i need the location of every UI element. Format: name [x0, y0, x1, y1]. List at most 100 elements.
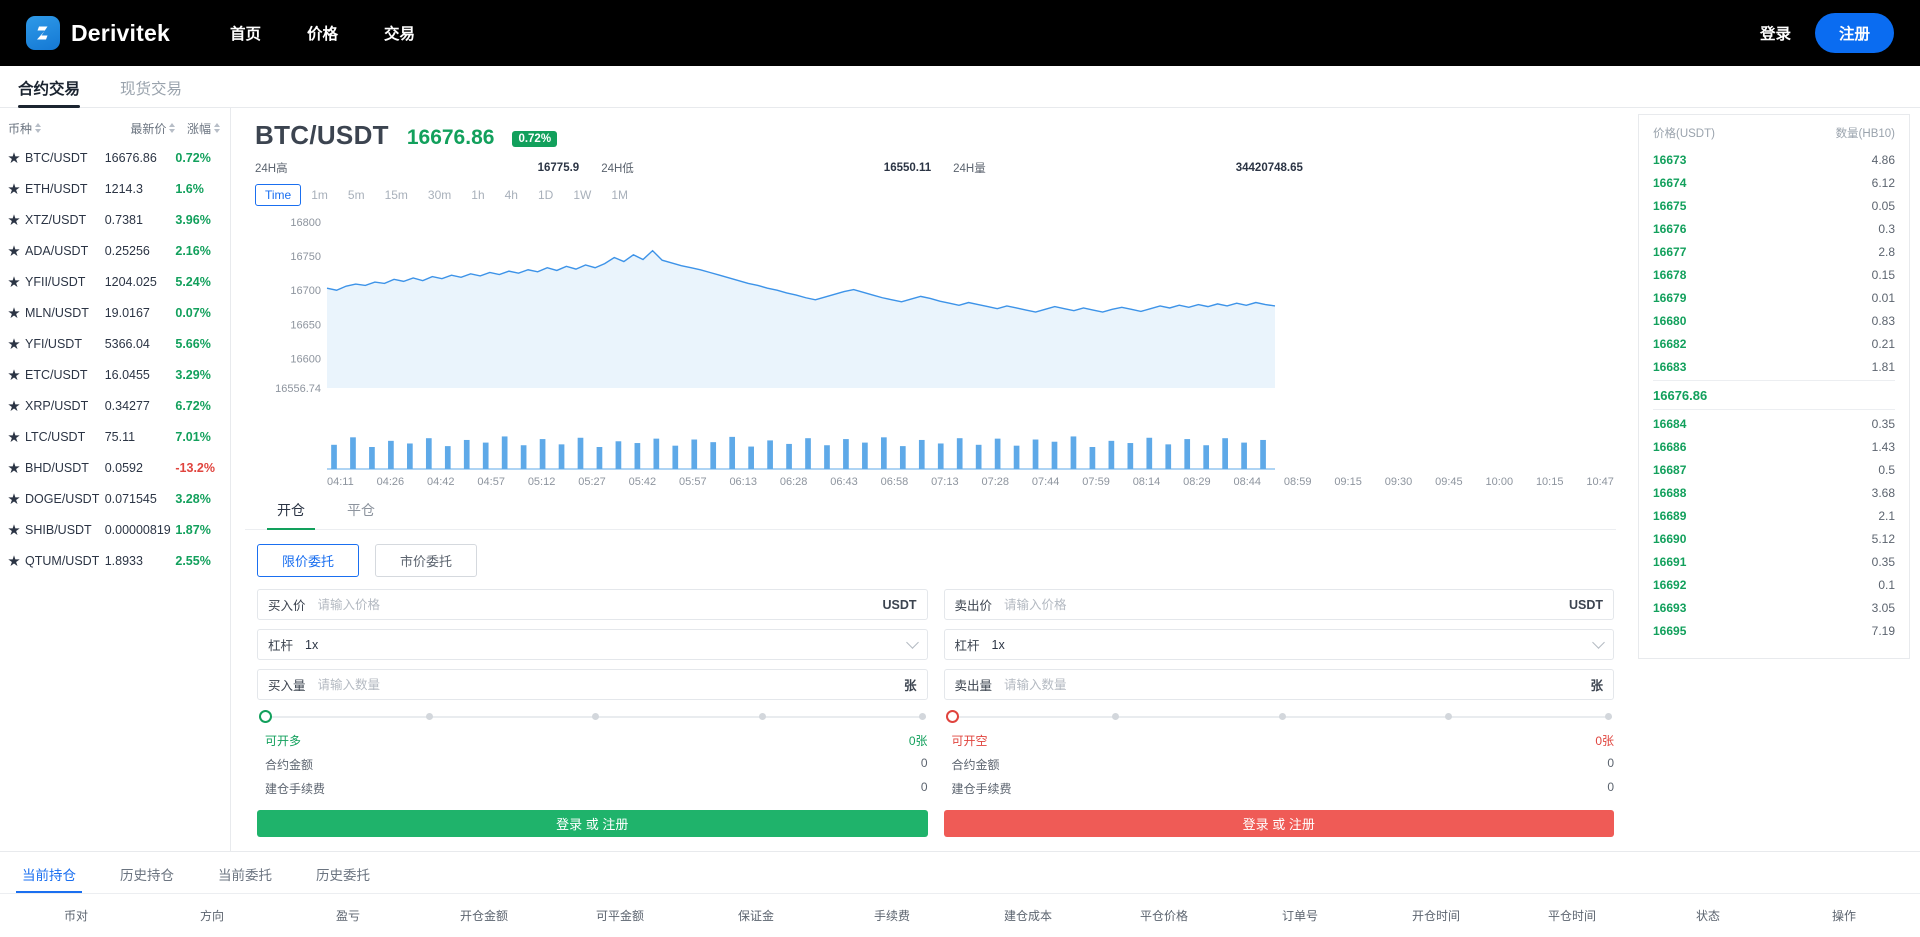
- order-book-row[interactable]: 16677 2.8: [1653, 240, 1895, 263]
- timeframe-4h[interactable]: 4h: [494, 184, 528, 206]
- sell-leverage-select[interactable]: 杠杆 1x: [943, 629, 1614, 660]
- favorite-star-icon[interactable]: ★: [8, 214, 20, 226]
- order-book-row[interactable]: 16676 0.3: [1653, 217, 1895, 240]
- order-book-row[interactable]: 16688 3.68: [1653, 481, 1895, 504]
- favorite-star-icon[interactable]: ★: [8, 524, 20, 536]
- trading-page: Derivitek 首页 价格 交易 登录 注册 合约交易 现货交易 币种 最新…: [0, 0, 1920, 937]
- limit-order-button[interactable]: 限价委托: [257, 544, 360, 577]
- coin-row[interactable]: ★ MLN/USDT 19.0167 0.07%: [0, 297, 230, 328]
- timeframe-15m[interactable]: 15m: [374, 184, 418, 206]
- sell-amount-slider[interactable]: [945, 709, 1613, 725]
- favorite-star-icon[interactable]: ★: [8, 307, 20, 319]
- position-tab[interactable]: 当前持仓: [16, 864, 82, 893]
- order-book-row[interactable]: 16684 0.35: [1653, 412, 1895, 435]
- column-header-price[interactable]: 最新价: [105, 120, 176, 137]
- timeframe-1m[interactable]: 1m: [301, 184, 338, 206]
- coin-row[interactable]: ★ ADA/USDT 0.25256 2.16%: [0, 235, 230, 266]
- coin-row[interactable]: ★ BTC/USDT 16676.86 0.72%: [0, 142, 230, 173]
- column-header-symbol[interactable]: 币种: [8, 120, 105, 137]
- coin-symbol: MLN/USDT: [25, 305, 89, 320]
- order-book-row[interactable]: 16682 0.21: [1653, 332, 1895, 355]
- tab-open-position[interactable]: 开仓: [267, 500, 315, 530]
- timeframe-1m[interactable]: 1M: [601, 184, 638, 206]
- tab-futures[interactable]: 合约交易: [18, 77, 81, 108]
- sell-price-field[interactable]: 卖出价 USDT: [943, 589, 1614, 620]
- favorite-star-icon[interactable]: ★: [8, 183, 20, 195]
- order-book-row[interactable]: 16683 1.81: [1653, 355, 1895, 378]
- coin-row[interactable]: ★ DOGE/USDT 0.071545 3.28%: [0, 483, 230, 514]
- order-book-row[interactable]: 16689 2.1: [1653, 504, 1895, 527]
- sell-amount-field[interactable]: 卖出量 张: [943, 669, 1614, 700]
- order-book-row[interactable]: 16675 0.05: [1653, 194, 1895, 217]
- order-book-row[interactable]: 16686 1.43: [1653, 435, 1895, 458]
- order-book-row[interactable]: 16673 4.86: [1653, 148, 1895, 171]
- coin-row[interactable]: ★ SHIB/USDT 0.00000819 1.87%: [0, 514, 230, 545]
- sell-price-input[interactable]: [1004, 597, 1569, 612]
- favorite-star-icon[interactable]: ★: [8, 555, 20, 567]
- buy-submit-button[interactable]: 登录 或 注册: [257, 810, 928, 837]
- login-link[interactable]: 登录: [1760, 22, 1791, 44]
- favorite-star-icon[interactable]: ★: [8, 431, 20, 443]
- coin-row[interactable]: ★ YFII/USDT 1204.025 5.24%: [0, 266, 230, 297]
- order-book-row[interactable]: 16678 0.15: [1653, 263, 1895, 286]
- position-tab[interactable]: 当前委托: [218, 864, 272, 893]
- coin-row[interactable]: ★ XRP/USDT 0.34277 6.72%: [0, 390, 230, 421]
- coin-rows: ★ BTC/USDT 16676.86 0.72% ★ ETH/USDT 1214.3 1.6…: [0, 142, 230, 576]
- coin-row[interactable]: ★ XTZ/USDT 0.7381 3.96%: [0, 204, 230, 235]
- position-tab[interactable]: 历史持仓: [120, 864, 174, 893]
- coin-row[interactable]: ★ ETC/USDT 16.0455 3.29%: [0, 359, 230, 390]
- favorite-star-icon[interactable]: ★: [8, 152, 20, 164]
- favorite-star-icon[interactable]: ★: [8, 276, 20, 288]
- tab-close-position[interactable]: 平仓: [347, 500, 375, 529]
- low-label: 24H低: [601, 163, 634, 175]
- order-book-row[interactable]: 16692 0.1: [1653, 573, 1895, 596]
- nav-item-home[interactable]: 首页: [230, 22, 261, 44]
- nav-item-trade[interactable]: 交易: [384, 22, 415, 44]
- market-order-button[interactable]: 市价委托: [375, 544, 478, 577]
- order-book-row[interactable]: 16679 0.01: [1653, 286, 1895, 309]
- sort-icon[interactable]: [35, 123, 42, 133]
- favorite-star-icon[interactable]: ★: [8, 369, 20, 381]
- sort-icon[interactable]: [214, 123, 220, 133]
- buy-leverage-select[interactable]: 杠杆 1x: [257, 629, 928, 660]
- sell-available-label: 可开空: [951, 734, 988, 748]
- buy-amount-input[interactable]: [317, 677, 904, 692]
- slider-handle[interactable]: [945, 710, 959, 723]
- coin-row[interactable]: ★ LTC/USDT 75.11 7.01%: [0, 421, 230, 452]
- sell-submit-button[interactable]: 登录 或 注册: [943, 810, 1614, 837]
- favorite-star-icon[interactable]: ★: [8, 462, 20, 474]
- coin-row[interactable]: ★ QTUM/USDT 1.8933 2.55%: [0, 545, 230, 576]
- buy-price-input[interactable]: [317, 597, 883, 612]
- favorite-star-icon[interactable]: ★: [8, 400, 20, 412]
- coin-row[interactable]: ★ BHD/USDT 0.0592 -13.2%: [0, 452, 230, 483]
- nav-item-price[interactable]: 价格: [307, 22, 338, 44]
- timeframe-30m[interactable]: 30m: [417, 184, 462, 206]
- coin-row[interactable]: ★ YFI/USDT 5366.04 5.66%: [0, 328, 230, 359]
- order-book-row[interactable]: 16680 0.83: [1653, 309, 1895, 332]
- timeframe-time[interactable]: Time: [255, 184, 302, 206]
- order-book-row[interactable]: 16674 6.12: [1653, 171, 1895, 194]
- order-book-row[interactable]: 16687 0.5: [1653, 458, 1895, 481]
- timeframe-1d[interactable]: 1D: [527, 184, 564, 206]
- order-book-row[interactable]: 16693 3.05: [1653, 596, 1895, 619]
- buy-price-field[interactable]: 买入价 USDT: [257, 589, 928, 620]
- column-header-change[interactable]: 涨幅: [175, 120, 220, 137]
- position-tab[interactable]: 历史委托: [316, 864, 370, 893]
- brand-logo[interactable]: Derivitek: [26, 16, 170, 50]
- buy-amount-slider[interactable]: [259, 709, 926, 725]
- sell-amount-input[interactable]: [1004, 677, 1591, 692]
- coin-row[interactable]: ★ ETH/USDT 1214.3 1.6%: [0, 173, 230, 204]
- favorite-star-icon[interactable]: ★: [8, 493, 20, 505]
- favorite-star-icon[interactable]: ★: [8, 338, 20, 350]
- tab-spot[interactable]: 现货交易: [120, 77, 182, 107]
- order-book-row[interactable]: 16691 0.35: [1653, 550, 1895, 573]
- register-button[interactable]: 注册: [1814, 13, 1894, 53]
- slider-handle[interactable]: [259, 710, 272, 723]
- favorite-star-icon[interactable]: ★: [8, 245, 20, 257]
- timeframe-1h[interactable]: 1h: [461, 184, 495, 206]
- order-book-row[interactable]: 16690 5.12: [1653, 527, 1895, 550]
- order-book-row[interactable]: 16695 7.19: [1653, 619, 1895, 642]
- buy-amount-field[interactable]: 买入量 张: [257, 669, 928, 700]
- timeframe-5m[interactable]: 5m: [337, 184, 375, 206]
- timeframe-1w[interactable]: 1W: [563, 184, 602, 206]
